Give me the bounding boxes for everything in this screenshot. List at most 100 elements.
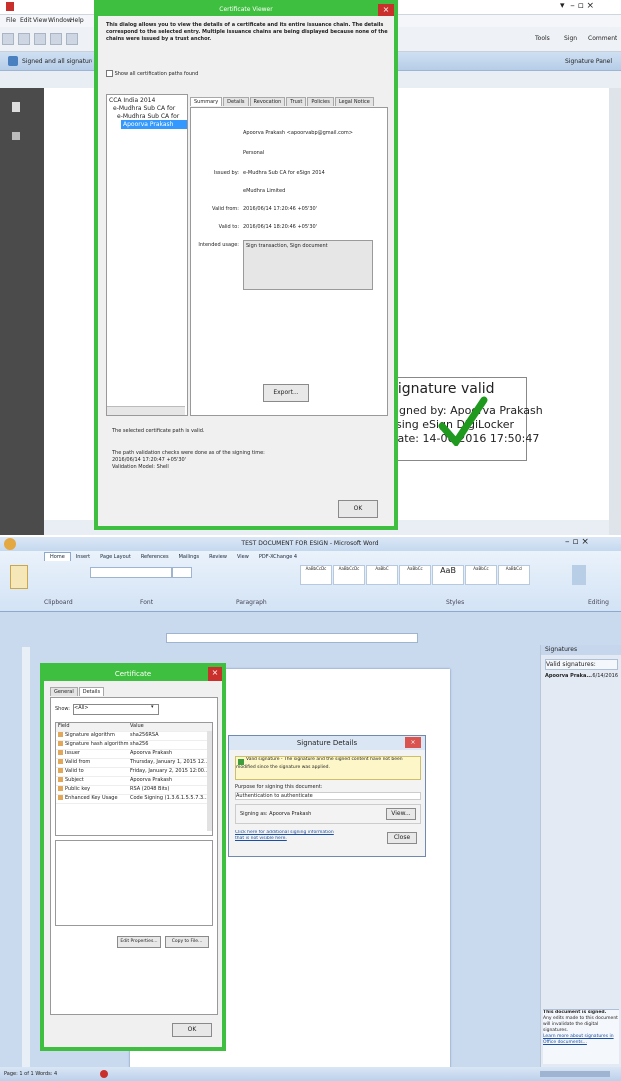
paste-icon[interactable] [10, 565, 28, 589]
tree-horizontal-scrollbar[interactable] [107, 406, 185, 415]
open-icon[interactable] [18, 33, 30, 45]
purpose-label: Purpose for signing this document: [235, 784, 323, 790]
font-name-input[interactable] [90, 567, 172, 578]
tab-policies[interactable]: Policies [307, 97, 334, 106]
table-row[interactable]: Public key RSA (2048 Bits) [56, 786, 212, 795]
pdf-reader-window: ▾ – ▫ × File Edit View Window Help Tools… [0, 0, 621, 535]
email-icon[interactable] [66, 33, 78, 45]
window-controls[interactable]: ▾ – ▫ × [560, 1, 594, 11]
tab-legal-notice[interactable]: Legal Notice [334, 97, 374, 106]
ribbon-tab-view[interactable]: View [232, 553, 254, 561]
certificate-tree: CCA India 2014 e-Mudhra Sub CA for e-Mud… [106, 94, 188, 416]
close-button[interactable]: Close [387, 832, 417, 844]
style-title[interactable]: AaB [432, 565, 464, 585]
certificate-ok-button[interactable]: OK [172, 1023, 212, 1037]
signed-info-link[interactable]: Learn more about signatures in Office do… [543, 1034, 619, 1046]
certificate-field-icon [58, 768, 63, 773]
ribbon-tab-references[interactable]: References [136, 553, 174, 561]
col-value[interactable]: Value [130, 723, 210, 731]
edit-properties-button[interactable]: Edit Properties... [117, 936, 161, 948]
tab-details[interactable]: Details [223, 97, 249, 106]
export-button[interactable]: Export... [263, 384, 309, 402]
menu-edit[interactable]: Edit [20, 17, 32, 24]
table-row[interactable]: Valid to Friday, January 2, 2015 12:00... [56, 768, 212, 777]
word-window-controls[interactable]: – ▫ × [565, 537, 589, 547]
ok-button[interactable]: OK [338, 500, 378, 518]
office-button-icon[interactable] [4, 538, 16, 550]
style-subtitle[interactable]: AaBbCc [465, 565, 497, 585]
style-no-spacing[interactable]: AaBbCcDc [333, 565, 365, 585]
tree-node-selected[interactable]: Apoorva Prakash [121, 120, 187, 129]
tree-node-root[interactable]: CCA India 2014 [107, 95, 187, 104]
save-icon[interactable] [34, 33, 46, 45]
tree-node-sub2[interactable]: e-Mudhra Sub CA for [107, 112, 187, 120]
table-row[interactable]: Signature hash algorithm sha256 [56, 741, 212, 750]
tab-details-word[interactable]: Details [78, 687, 105, 696]
ribbon-tab-pdf-xchange[interactable]: PDF-XChange 4 [254, 553, 302, 561]
dialog-title-text: Certificate Viewer [219, 6, 273, 13]
certificate-dialog: Certificate × General Details Show: <All>… [40, 663, 226, 1051]
create-icon[interactable] [2, 33, 14, 45]
sign-button[interactable]: Sign [564, 35, 577, 42]
ribbon-tab-home[interactable]: Home [44, 552, 71, 561]
checkbox-icon[interactable] [106, 70, 113, 77]
signature-appearance[interactable]: Signature valid Signed by: Apoorva Praka… [385, 377, 543, 461]
ribbon-tab-insert[interactable]: Insert [71, 553, 95, 561]
tab-summary[interactable]: Summary [190, 97, 223, 106]
vertical-ruler[interactable] [22, 647, 30, 1067]
style-normal[interactable]: AaBbCcDc [300, 565, 332, 585]
menu-file[interactable]: File [6, 17, 16, 24]
style-heading2[interactable]: AaBbCc [399, 565, 431, 585]
copy-to-file-button[interactable]: Copy to File... [165, 936, 209, 948]
additional-info-link[interactable]: Click here for additional signing inform… [235, 830, 334, 835]
ribbon-tab-review[interactable]: Review [204, 553, 232, 561]
field-value: Thursday, January 1, 2015 12... [130, 759, 209, 765]
tools-button[interactable]: Tools [535, 35, 550, 42]
signature-status-icon[interactable] [100, 1070, 108, 1078]
comment-button[interactable]: Comment [588, 35, 617, 42]
menu-view[interactable]: View [33, 17, 47, 24]
close-icon[interactable]: × [378, 4, 394, 16]
style-heading1[interactable]: AaBbC [366, 565, 398, 585]
attachment-icon[interactable] [12, 132, 20, 140]
group-clipboard: Clipboard [44, 599, 73, 606]
table-row[interactable]: Enhanced Key Usage Code Signing (1.3.6.1.… [56, 795, 212, 804]
chevron-down-icon[interactable]: ▾ [151, 704, 158, 713]
tab-general[interactable]: General [50, 687, 78, 696]
tree-node-sub1[interactable]: e-Mudhra Sub CA for [107, 104, 187, 112]
style-emphasis[interactable]: AaBbCcl [498, 565, 530, 585]
table-row[interactable]: Issuer Apoorva Prakash [56, 750, 212, 759]
certificate-field-icon [58, 777, 63, 782]
group-font: Font [140, 599, 154, 606]
table-row[interactable]: Subject Apoorva Prakash [56, 777, 212, 786]
dialog-title: Certificate Viewer × [98, 4, 394, 16]
tab-revocation[interactable]: Revocation [249, 97, 286, 106]
tab-trust[interactable]: Trust [286, 97, 307, 106]
view-button[interactable]: View... [386, 808, 416, 820]
pages-icon[interactable] [12, 102, 20, 112]
group-editing: Editing [588, 599, 609, 606]
certificate-close-icon[interactable]: × [208, 667, 222, 681]
print-icon[interactable] [50, 33, 62, 45]
horizontal-ruler[interactable] [166, 633, 418, 643]
ribbon-tab-mailings[interactable]: Mailings [174, 553, 205, 561]
menu-help[interactable]: Help [70, 17, 84, 24]
vertical-scrollbar[interactable] [609, 88, 621, 535]
change-styles-icon[interactable] [572, 565, 586, 585]
table-row[interactable]: Valid from Thursday, January 1, 2015 12..… [56, 759, 212, 768]
signature-details-close-icon[interactable]: × [405, 737, 421, 748]
col-field[interactable]: Field [56, 723, 130, 731]
validity-message-text: Valid signature - The signature and the … [236, 757, 403, 770]
ribbon-tab-page-layout[interactable]: Page Layout [95, 553, 136, 561]
signature-entry[interactable]: Apoorva Praka... 6/14/2016 [541, 670, 621, 682]
signature-panel-button[interactable]: Signature Panel [565, 58, 612, 65]
additional-info-link-2[interactable]: that is not visible here. [235, 836, 287, 841]
field-value-box [55, 840, 213, 926]
table-row[interactable]: Signature algorithm sha256RSA [56, 732, 212, 741]
zoom-slider[interactable] [540, 1071, 610, 1077]
show-select[interactable]: <All> [73, 704, 159, 715]
font-size-input[interactable] [172, 567, 192, 578]
fields-scrollbar[interactable] [207, 731, 212, 831]
show-all-paths-checkbox[interactable]: Show all certification paths found [106, 70, 198, 77]
menu-window[interactable]: Window [48, 17, 72, 24]
